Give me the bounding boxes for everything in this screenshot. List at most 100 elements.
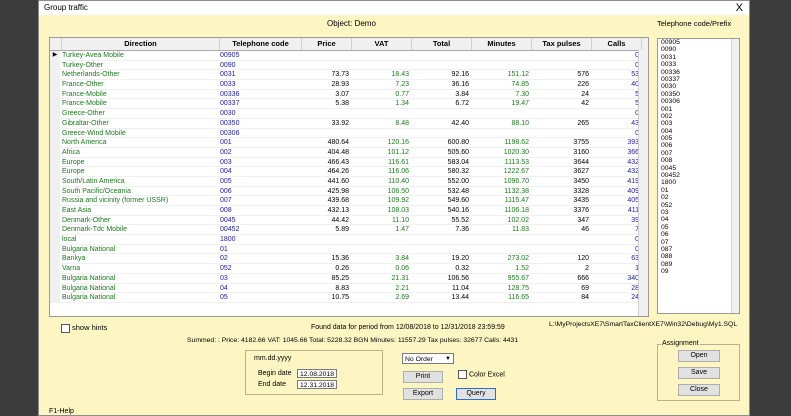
table-row[interactable]: Bulgaria National 01 0 — [50, 244, 648, 255]
list-item[interactable]: 003 — [658, 120, 739, 127]
list-item[interactable]: 005 — [658, 135, 739, 142]
col-vat[interactable]: VAT — [352, 38, 412, 50]
list-item[interactable]: 00350 — [658, 91, 739, 98]
list-item[interactable]: 03 — [658, 209, 739, 216]
col-telephone-code[interactable]: Telephone code — [220, 38, 302, 50]
cell-calls: 432 — [627, 168, 639, 176]
list-item[interactable]: 087 — [658, 246, 739, 253]
table-row[interactable]: France-Other 0033 28.93 7.23 36.16 74.85 226 40 — [50, 80, 648, 90]
table-row[interactable]: Netherlands-Other 0031 73.73 18.43 92.16 151.… — [50, 70, 648, 81]
export-button[interactable]: Export — [403, 388, 443, 400]
table-row[interactable]: Bulgaria National 03 85.25 21.31 106.56 955.6… — [50, 273, 648, 284]
list-item[interactable]: 00452 — [658, 172, 739, 179]
table-row[interactable]: Greece-Wind Mobile 00306 0 — [50, 128, 648, 139]
list-item[interactable]: 07 — [658, 239, 739, 246]
table-row[interactable]: Denmark-Other 0045 44.42 11.10 55.52 102.02 34… — [50, 215, 648, 226]
prefix-list[interactable]: 00905 0090 0031 0033 00336 00337 0030 00350 0030… — [657, 38, 740, 314]
close-button[interactable]: Close — [678, 384, 720, 396]
cell-total: 3.84 — [455, 90, 469, 98]
table-row[interactable]: Varna 052 0.26 0.06 0.32 1.52 21 — [50, 264, 648, 274]
list-item[interactable]: 06 — [658, 231, 739, 238]
cell-direction: Europe — [62, 168, 85, 176]
list-item[interactable]: 0090 — [658, 46, 739, 53]
list-item[interactable]: 006 — [658, 142, 739, 149]
list-item[interactable]: 05 — [658, 224, 739, 231]
begin-date-input[interactable]: 12.08.2018 — [297, 369, 337, 378]
table-row[interactable]: France-Mobile 00337 5.38 1.34 6.72 19.47 425 — [50, 99, 648, 110]
list-item[interactable]: 04 — [658, 216, 739, 223]
list-item[interactable]: 0045 — [658, 165, 739, 172]
row-indicator — [50, 99, 60, 110]
list-item[interactable]: 02 — [658, 194, 739, 201]
col-direction[interactable]: Direction — [62, 38, 220, 50]
table-row[interactable]: Turkey-Other 0090 0 — [50, 60, 648, 71]
cell-telephone-code: 1800 — [220, 236, 236, 244]
list-item[interactable]: 002 — [658, 113, 739, 120]
row-indicator — [50, 235, 60, 245]
cell-vat: 101.12 — [387, 148, 409, 156]
table-row[interactable]: Bulgaria National 04 8.83 2.21 11.04 128.75 69… — [50, 283, 648, 294]
list-item[interactable]: 00336 — [658, 69, 739, 76]
list-item[interactable]: 0031 — [658, 54, 739, 61]
cell-telephone-code: 0033 — [220, 81, 236, 89]
list-item[interactable]: 00905 — [658, 39, 739, 46]
list-item[interactable]: 01 — [658, 187, 739, 194]
table-row[interactable]: Russia and vicinity (former USSR) 007 439.… — [50, 196, 648, 206]
table-row[interactable]: Denmark-Tdc Mobile 00452 5.89 1.47 7.36 11.83… — [50, 225, 648, 236]
col-tax-pulses[interactable]: Tax pulses — [532, 38, 592, 50]
table-row[interactable]: Europe 003 466.43 116.61 583.04 1113.53 3644 43… — [50, 157, 648, 168]
list-item[interactable]: 004 — [658, 128, 739, 135]
row-indicator — [50, 70, 60, 81]
table-row[interactable]: Europe 004 464.26 116.06 580.32 1222.67 3627 43… — [50, 167, 648, 177]
col-total[interactable]: Total — [412, 38, 472, 50]
prefix-scrollbar[interactable] — [731, 39, 739, 313]
table-row[interactable]: Greece-Other 0030 0 — [50, 109, 648, 119]
list-item[interactable]: 088 — [658, 253, 739, 260]
query-button[interactable]: Query — [456, 388, 496, 400]
table-row[interactable]: ▶Turkey-Avea Mobile 00905 0 — [50, 51, 648, 61]
list-item[interactable]: 00337 — [658, 76, 739, 83]
col-price[interactable]: Price — [302, 38, 352, 50]
show-hints-checkbox[interactable]: show hints — [61, 323, 107, 333]
checkbox-box[interactable] — [61, 323, 70, 333]
table-row[interactable]: East Asia 008 432.13 108.03 540.16 1106.18 337… — [50, 206, 648, 216]
col-minutes[interactable]: Minutes — [472, 38, 532, 50]
table-row[interactable]: Bankya 02 15.36 3.84 19.20 273.02 120 63 — [50, 254, 648, 265]
cell-direction: Denmark-Other — [62, 216, 111, 224]
list-item[interactable]: 09 — [658, 268, 739, 275]
cell-direction: Gibraltar-Other — [62, 119, 109, 127]
list-item[interactable]: 001 — [658, 106, 739, 113]
table-row[interactable]: Gibraltar-Other 00350 33.92 8.48 42.40 88.10 2… — [50, 118, 648, 129]
list-item[interactable]: 007 — [658, 150, 739, 157]
table-row[interactable]: Africa 002 404.48 101.12 505.60 1020.30 3160 36… — [50, 147, 648, 158]
list-item[interactable]: 0030 — [658, 83, 739, 90]
table-row[interactable]: local 1800 0 — [50, 235, 648, 245]
checkbox-box[interactable] — [458, 370, 467, 379]
table-row[interactable]: South/Latin America 005 441.60 110.40 552.00… — [50, 176, 648, 187]
table-row[interactable]: France-Mobile 00336 3.07 0.77 3.84 7.30 245 — [50, 89, 648, 100]
traffic-grid[interactable]: Direction Telephone code Price VAT Total… — [49, 37, 649, 317]
save-button[interactable]: Save — [678, 367, 720, 379]
print-button[interactable]: Print — [403, 371, 443, 383]
open-button[interactable]: Open — [678, 350, 720, 362]
list-item[interactable]: 089 — [658, 261, 739, 268]
list-item[interactable]: 0033 — [658, 61, 739, 68]
table-row[interactable]: North America 001 480.64 120.16 600.80 1198.6… — [50, 138, 648, 148]
list-item[interactable]: 052 — [658, 202, 739, 209]
cell-tax-pulses: 3755 — [573, 139, 589, 147]
col-calls[interactable]: Calls — [592, 38, 642, 50]
end-date-input[interactable]: 12.31.2018 — [297, 380, 337, 389]
table-row[interactable]: South Pacific/Oceania 006 425.98 106.50 532.… — [50, 186, 648, 197]
list-item[interactable]: 1800 — [658, 179, 739, 186]
list-item[interactable]: 00306 — [658, 98, 739, 105]
list-item[interactable]: 008 — [658, 157, 739, 164]
cell-vat: 110.40 — [388, 177, 409, 185]
order-select[interactable]: No Order ▼ — [402, 353, 454, 364]
cell-tax-pulses: 69 — [581, 284, 589, 292]
table-row[interactable]: Bulgaria National 05 10.75 2.69 13.44 116.65 8… — [50, 293, 648, 303]
grid-scrollbar[interactable] — [638, 50, 648, 316]
cell-total: 532.48 — [447, 187, 469, 195]
close-icon[interactable]: X — [736, 1, 743, 15]
cell-price: 5.89 — [335, 226, 349, 234]
color-excel-checkbox[interactable]: Color Excel — [458, 370, 505, 379]
